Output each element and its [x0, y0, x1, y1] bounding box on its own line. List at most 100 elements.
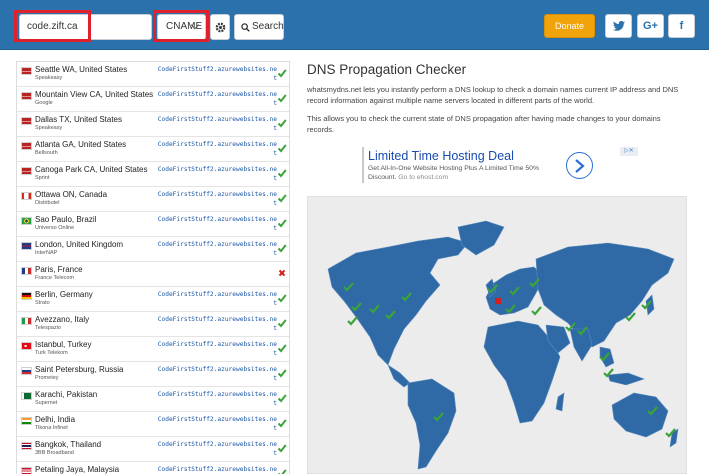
check-icon — [277, 94, 287, 103]
ru-flag-icon — [21, 367, 32, 375]
server-provider: Distributel — [35, 200, 60, 206]
dns-result-link[interactable]: CodeFirstStuff2.azurewebsites.net — [155, 365, 277, 383]
server-provider: Universo Online — [35, 225, 75, 231]
br-flag-icon — [21, 217, 32, 225]
ad-banner[interactable]: Limited Time Hosting Deal Get All-In-One… — [362, 147, 640, 183]
server-provider: Sprint — [35, 175, 50, 181]
dns-result-link[interactable]: CodeFirstStuff2.azurewebsites.net — [155, 440, 277, 458]
server-provider: 3BB Broadband — [35, 450, 74, 456]
ad-url[interactable]: Go to ehost.com — [398, 174, 448, 181]
donate-button[interactable]: Donate — [544, 14, 595, 38]
server-row: Karachi, Pakistan Supernet CodeFirstStuff2… — [17, 387, 289, 412]
check-icon — [277, 144, 287, 153]
server-row: Atlanta GA, United States Bellsouth CodeFi… — [17, 137, 289, 162]
server-location: Delhi, India — [35, 415, 76, 424]
gb-flag-icon — [21, 242, 32, 250]
dns-result-link[interactable]: CodeFirstStuff2.azurewebsites.net — [155, 315, 277, 333]
server-row: Paris, France France Telecom — [17, 262, 289, 287]
dns-result-link[interactable]: CodeFirstStuff2.azurewebsites.net — [155, 415, 277, 433]
dns-result-link[interactable]: CodeFirstStuff2.azurewebsites.net — [155, 290, 277, 308]
dns-result-link[interactable]: CodeFirstStuff2.azurewebsites.net — [155, 240, 277, 258]
server-location: Ottawa ON, Canada — [35, 190, 108, 199]
search-button[interactable]: Search — [234, 14, 284, 40]
us-flag-icon — [21, 67, 32, 75]
server-row: Petaling Jaya, Malaysia CodeFirstStuff2.a… — [17, 462, 289, 474]
server-row: Dallas TX, United States Speakeasy CodeFir… — [17, 112, 289, 137]
server-location: Dallas TX, United States — [35, 115, 123, 124]
map-check-marker — [347, 316, 358, 326]
pk-flag-icon — [21, 392, 32, 400]
server-row: Sao Paulo, Brazil Universo Online CodeFirs… — [17, 212, 289, 237]
dns-result-link[interactable]: CodeFirstStuff2.azurewebsites.net — [155, 390, 277, 408]
dns-result-link[interactable]: CodeFirstStuff2.azurewebsites.net — [155, 465, 277, 474]
us-flag-icon — [21, 167, 32, 175]
ca-flag-icon — [21, 192, 32, 200]
server-location: London, United Kingdom — [35, 240, 124, 249]
ad-choices-badge[interactable]: ▷✕ — [620, 147, 638, 156]
dns-result-link[interactable]: CodeFirstStuff2.azurewebsites.net — [155, 190, 277, 208]
search-label: Search — [252, 21, 284, 32]
dns-result-link[interactable]: CodeFirstStuff2.azurewebsites.net — [155, 340, 277, 358]
check-icon — [277, 69, 287, 78]
it-flag-icon — [21, 317, 32, 325]
server-provider: Google — [35, 100, 53, 106]
server-row: Canoga Park CA, United States Sprint CodeF… — [17, 162, 289, 187]
dns-result-link[interactable]: CodeFirstStuff2.azurewebsites.net — [155, 215, 277, 233]
map-indonesia — [607, 372, 645, 386]
map-south-america — [407, 378, 457, 470]
dns-result-link[interactable]: CodeFirstStuff2.azurewebsites.net — [155, 140, 277, 158]
world-map — [307, 196, 687, 474]
dns-result-link[interactable]: CodeFirstStuff2.azurewebsites.net — [155, 65, 277, 83]
settings-button[interactable] — [210, 14, 230, 40]
gear-icon — [215, 22, 226, 33]
dns-result-link[interactable]: CodeFirstStuff2.azurewebsites.net — [155, 165, 277, 183]
server-row: London, United Kingdom InterNAP CodeFirstS… — [17, 237, 289, 262]
server-location: Seattle WA, United States — [35, 65, 128, 74]
map-north-america — [327, 236, 469, 366]
check-icon — [277, 119, 287, 128]
check-icon — [277, 294, 287, 303]
server-location: Atlanta GA, United States — [35, 140, 127, 149]
server-location: Sao Paulo, Brazil — [35, 215, 97, 224]
map-fail-marker — [495, 298, 501, 304]
fr-flag-icon — [21, 267, 32, 275]
world-map-svg — [327, 220, 679, 470]
results-list: Seattle WA, United States Speakeasy CodeFi… — [16, 61, 290, 474]
facebook-icon: f — [679, 20, 684, 32]
server-location: Canoga Park CA, United States — [35, 165, 148, 174]
us-flag-icon — [21, 142, 32, 150]
ad-next-button[interactable] — [566, 152, 593, 179]
server-provider: InterNAP — [35, 250, 58, 256]
server-location: Paris, France — [35, 265, 83, 274]
server-location: Istanbul, Turkey — [35, 340, 92, 349]
dns-result-link[interactable]: CodeFirstStuff2.azurewebsites.net — [155, 90, 277, 108]
chevron-right-icon — [575, 159, 585, 173]
server-location: Mountain View CA, United States — [35, 90, 154, 99]
google-plus-button[interactable]: G+ — [637, 14, 664, 38]
highlight-box-domain — [14, 10, 91, 42]
map-check-marker — [531, 306, 542, 316]
cross-icon — [278, 269, 286, 277]
server-row: Seattle WA, United States Speakeasy CodeFi… — [17, 62, 289, 87]
google-plus-icon: G+ — [643, 20, 658, 32]
check-icon — [277, 319, 287, 328]
page-title: DNS Propagation Checker — [307, 62, 467, 77]
server-row: Ottawa ON, Canada Distributel CodeFirstStu… — [17, 187, 289, 212]
propagation-paragraph: This allows you to check the current sta… — [307, 114, 661, 134]
server-row: Bangkok, Thailand 3BB Broadband CodeFirstS… — [17, 437, 289, 462]
facebook-button[interactable]: f — [668, 14, 695, 38]
intro-paragraph: whatsmydns.net lets you instantly perfor… — [307, 85, 679, 105]
server-row: Mountain View CA, United States Google Cod… — [17, 87, 289, 112]
check-icon — [277, 344, 287, 353]
twitter-button[interactable] — [605, 14, 632, 38]
check-icon — [277, 419, 287, 428]
dns-result-link[interactable]: CodeFirstStuff2.azurewebsites.net — [155, 115, 277, 133]
server-location: Karachi, Pakistan — [35, 390, 98, 399]
check-icon — [277, 394, 287, 403]
server-provider: Turk Telekom — [35, 350, 68, 356]
ad-title[interactable]: Limited Time Hosting Deal — [368, 149, 514, 163]
server-row: Berlin, Germany Strato CodeFirstStuff2.azu… — [17, 287, 289, 312]
check-icon — [277, 169, 287, 178]
check-icon — [277, 444, 287, 453]
map-australia — [611, 392, 669, 438]
